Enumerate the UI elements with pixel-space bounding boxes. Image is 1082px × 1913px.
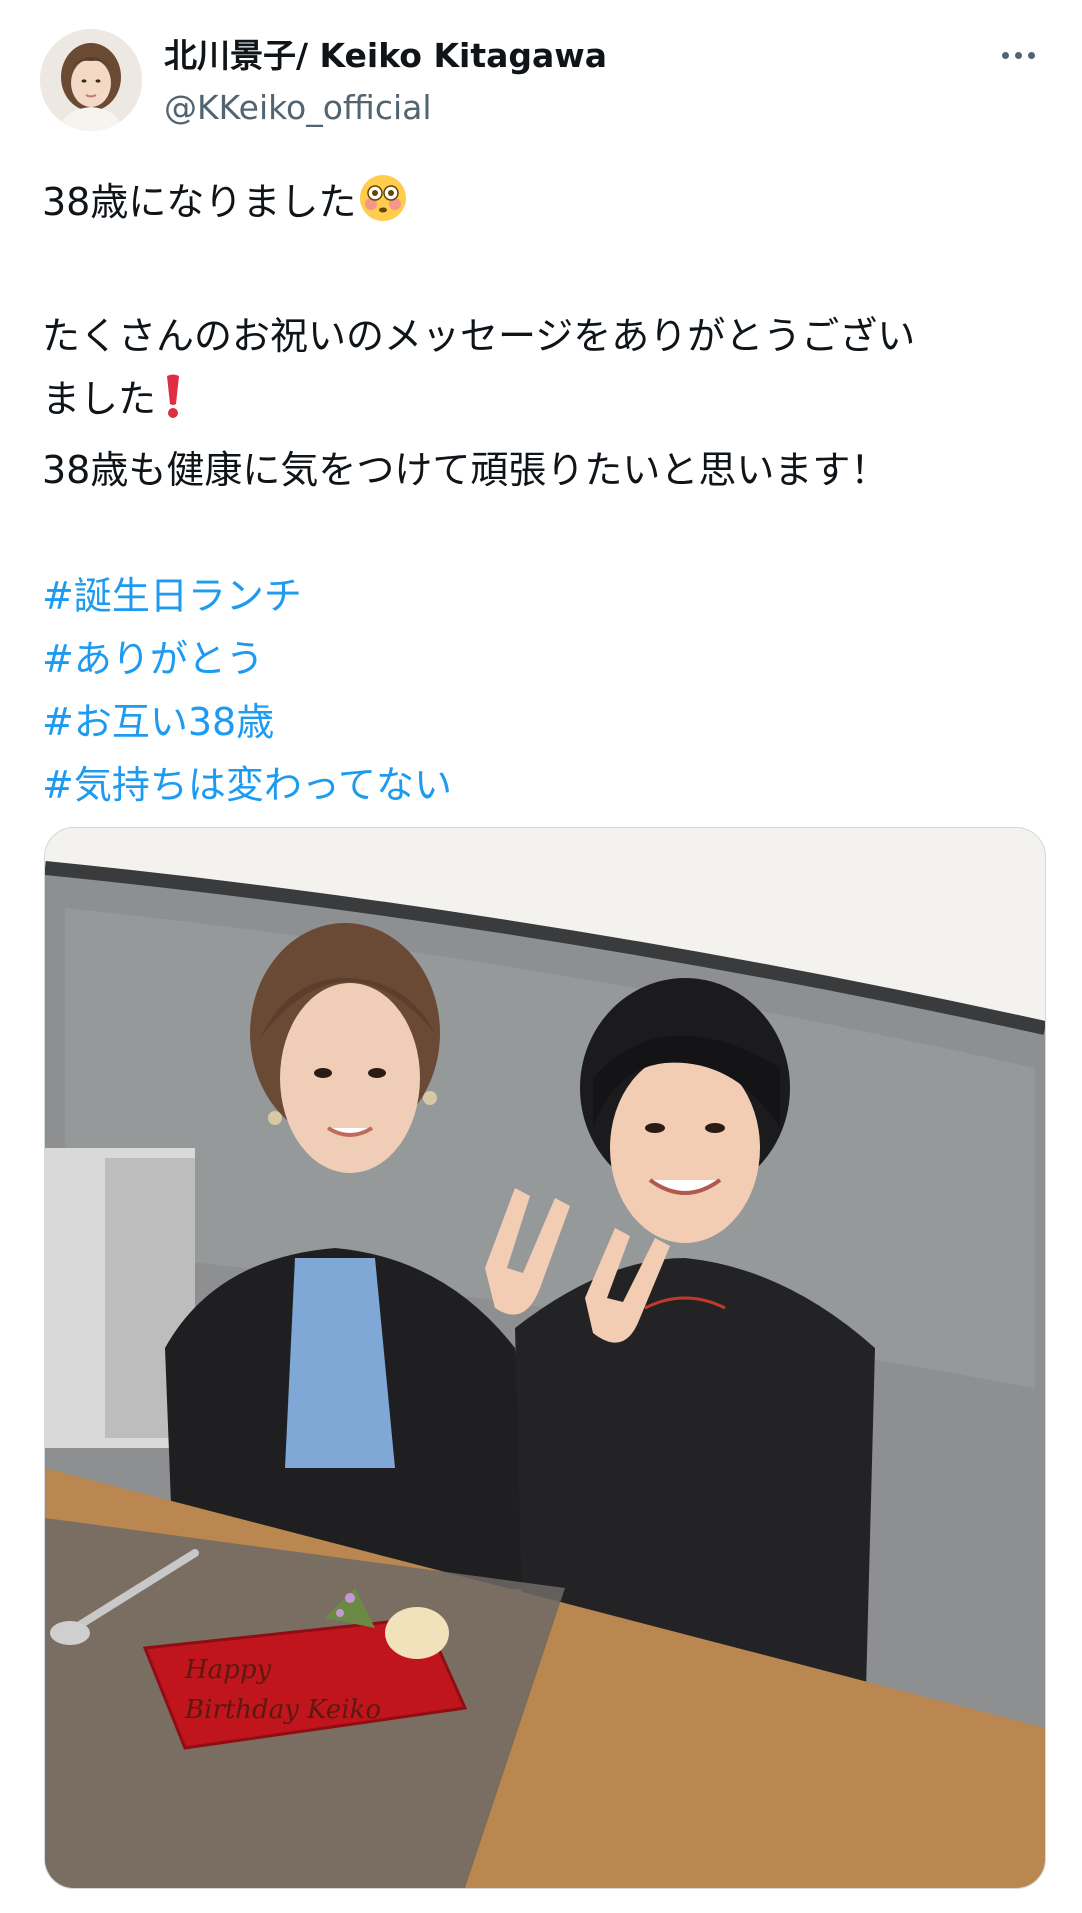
tweet-photo[interactable]: Happy Birthday Keiko <box>44 827 1046 1889</box>
profile-photo-icon <box>40 29 142 131</box>
tweet-line: 38歳になりました <box>42 171 1042 242</box>
tweet-line: たくさんのお祝いのメッセージをありがとうござい <box>42 314 916 358</box>
tweet-line: 38歳も健康に気をつけて頑張りたいと思います！ <box>42 448 889 492</box>
more-dot <box>1014 51 1022 59</box>
tweet-line-text: ました <box>42 377 157 421</box>
plate-text: Birthday Keiko <box>184 1695 381 1725</box>
birthday-lunch-photo-icon: Happy Birthday Keiko <box>45 828 1045 1888</box>
hashtag-link[interactable]: #お互い38歳 <box>42 691 1042 754</box>
more-options-button[interactable] <box>990 36 1046 74</box>
red-exclamation-emoji-icon <box>158 372 188 439</box>
tweet-text: 38歳になりました たくさんのお祝いのメッセージをありがとうござい ました 38… <box>42 171 1042 817</box>
author-avatar[interactable] <box>40 29 142 131</box>
tweet-card: 北川景子/ Keiko Kitagawa @KKeiko_official 38… <box>0 0 1082 1913</box>
more-horizontal-icon <box>1001 51 1009 59</box>
tweet-line-text: 38歳になりました <box>42 180 357 224</box>
tweet-line: ました <box>42 368 1042 439</box>
hashtag-link[interactable]: #誕生日ランチ <box>42 565 1042 628</box>
hashtag-link[interactable]: #ありがとう <box>42 628 1042 691</box>
hashtag-link[interactable]: #気持ちは変わってない <box>42 754 1042 817</box>
flushed-face-emoji-icon <box>358 173 408 242</box>
author-display-name[interactable]: 北川景子/ Keiko Kitagawa <box>164 34 607 78</box>
more-dot <box>1027 51 1035 59</box>
author-handle[interactable]: @KKeiko_official <box>164 86 432 130</box>
plate-text: Happy <box>184 1655 271 1685</box>
